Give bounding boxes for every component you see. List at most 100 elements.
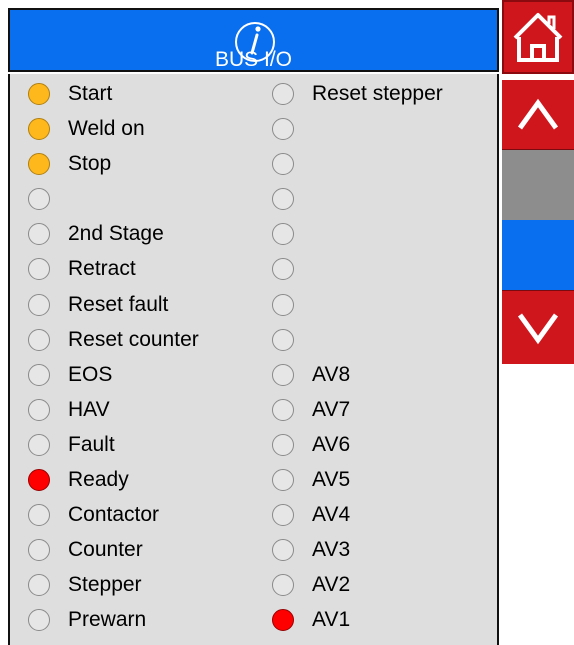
scroll-up-button[interactable] (502, 80, 574, 150)
io-row (272, 328, 443, 364)
io-label: 2nd Stage (68, 222, 164, 246)
io-row: AV2 (272, 574, 443, 609)
io-label: Stepper (68, 573, 142, 597)
io-row: Reset fault (28, 292, 199, 329)
status-lamp (28, 398, 50, 421)
io-label: Reset counter (68, 327, 199, 351)
io-row: EOS (28, 362, 199, 399)
io-row: Prewarn (28, 609, 199, 644)
status-lamp (28, 433, 50, 456)
status-lamp (272, 118, 294, 141)
io-label: Reset stepper (312, 82, 443, 105)
io-row: AV5 (272, 469, 443, 504)
status-lamp (28, 504, 50, 527)
io-row (272, 153, 443, 188)
io-label: AV8 (312, 362, 351, 386)
status-lamp (28, 223, 50, 246)
io-row: Counter (28, 539, 199, 574)
io-row: AV1 (272, 609, 443, 644)
io-label: AV4 (312, 503, 351, 527)
io-label: HAV (68, 397, 110, 421)
io-label: Reset fault (68, 292, 169, 316)
io-row: Stop (28, 153, 199, 188)
home-icon (513, 13, 563, 62)
status-lamp (272, 188, 294, 211)
io-label: Weld on (68, 117, 145, 141)
io-row: Ready (28, 469, 199, 504)
status-lamp (28, 363, 50, 386)
status-lamp (28, 83, 50, 105)
status-lamp (272, 363, 294, 386)
status-lamp (272, 539, 294, 562)
io-row: Contactor (28, 504, 199, 539)
io-row (272, 258, 443, 293)
status-lamp (272, 293, 294, 316)
chevron-up-icon (517, 98, 559, 129)
io-label: AV1 (312, 608, 351, 632)
io-panel: Start Weld on Stop 2nd Stage Retract Res… (8, 74, 499, 645)
status-lamp (272, 223, 294, 246)
io-row: Weld on (28, 118, 199, 153)
status-lamp (28, 293, 50, 316)
status-lamp (272, 469, 294, 492)
status-lamp (28, 118, 50, 141)
io-column-left: Start Weld on Stop 2nd Stage Retract Res… (28, 83, 199, 645)
status-lamp (272, 328, 294, 351)
io-row: Stepper (28, 574, 199, 609)
io-label: AV3 (312, 538, 351, 562)
io-row: HAV (28, 397, 199, 434)
scrollbar-track[interactable] (502, 220, 574, 290)
io-column-right: Reset stepper AV8 AV7 AV6 AV5 AV4 AV3 AV… (272, 83, 443, 645)
io-label: AV6 (312, 432, 351, 456)
io-row: Start (28, 83, 199, 118)
io-row: AV6 (272, 432, 443, 469)
status-lamp (272, 609, 294, 632)
status-lamp (28, 574, 50, 597)
io-label: AV7 (312, 397, 351, 421)
io-row (28, 188, 199, 223)
status-lamp (272, 504, 294, 527)
scrollbar-thumb[interactable] (502, 150, 574, 220)
status-lamp (272, 153, 294, 176)
status-lamp (272, 433, 294, 456)
io-row (272, 223, 443, 258)
io-row: Fault (28, 432, 199, 469)
io-label: Retract (68, 257, 136, 281)
io-row (272, 188, 443, 223)
page-title: BUS I/O (214, 48, 293, 71)
io-row: 2nd Stage (28, 223, 199, 258)
io-row: AV3 (272, 539, 443, 574)
status-lamp (28, 469, 50, 492)
io-label: Counter (68, 538, 143, 562)
status-lamp (28, 258, 50, 281)
status-lamp (272, 83, 294, 105)
io-label: AV2 (312, 573, 351, 597)
scroll-down-button[interactable] (502, 290, 574, 364)
io-row: AV8 (272, 362, 443, 399)
io-row: Reset stepper (272, 83, 443, 118)
io-label: EOS (68, 362, 113, 386)
status-lamp (28, 188, 50, 211)
io-label: Contactor (68, 503, 160, 527)
io-row (272, 293, 443, 329)
io-row: Reset counter (28, 327, 199, 364)
status-lamp (28, 609, 50, 632)
status-lamp (272, 398, 294, 421)
status-lamp (28, 153, 50, 176)
status-lamp (272, 258, 294, 281)
status-lamp (28, 328, 50, 351)
page-header: BUS I/O (8, 8, 499, 72)
io-row: Retract (28, 258, 199, 293)
io-label: Ready (68, 468, 129, 492)
io-label: AV5 (312, 468, 351, 492)
chevron-down-icon (517, 313, 559, 344)
status-lamp (28, 539, 50, 562)
home-button[interactable] (502, 0, 574, 74)
io-label: Start (68, 82, 113, 105)
io-row (272, 118, 443, 153)
io-label: Prewarn (68, 608, 147, 632)
io-row: AV7 (272, 397, 443, 434)
io-label: Stop (68, 152, 112, 176)
status-lamp (272, 574, 294, 597)
io-label: Fault (68, 432, 115, 456)
